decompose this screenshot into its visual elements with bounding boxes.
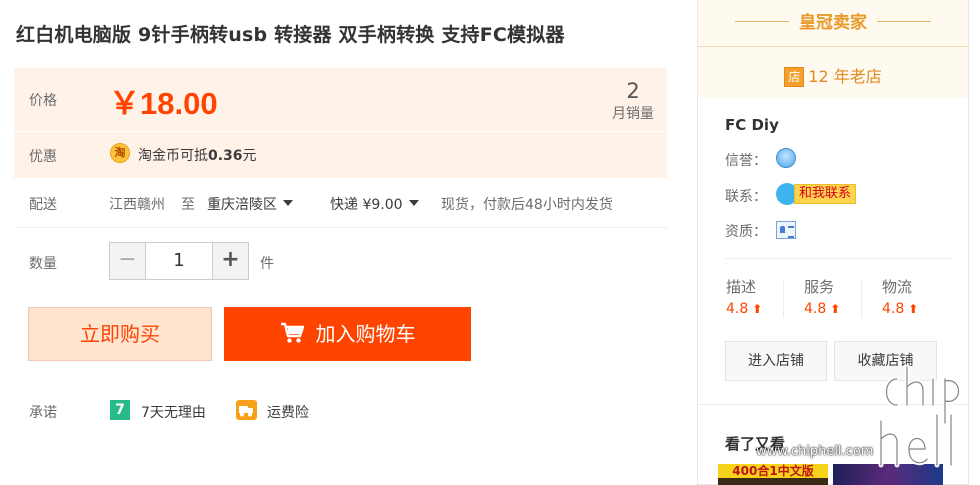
seller-level-header: 皇冠卖家 店 12 年老店: [698, 0, 968, 98]
certificate-icon[interactable]: [776, 221, 796, 239]
score-value: 4.8: [882, 301, 905, 317]
ship-to-select[interactable]: 重庆涪陵区: [207, 194, 293, 214]
crown-divider: [698, 46, 968, 47]
quantity-stepper: − 1 +: [109, 242, 249, 280]
ship-method-select[interactable]: 快递 ¥9.00: [330, 194, 419, 214]
buy-now-button[interactable]: 立即购买: [28, 307, 212, 361]
ship-from: 江西赣州: [109, 197, 165, 213]
ship-method: 快递 ¥9.00: [330, 197, 403, 213]
reputation-icon[interactable]: [776, 148, 796, 168]
score-separator: [783, 280, 784, 318]
score-separator: [861, 280, 862, 318]
score-logistics: 物流 4.8 ⬆: [882, 276, 952, 317]
promo-amount: 0.36: [208, 148, 243, 164]
promo-divider: [14, 131, 667, 132]
seller-level-title: 皇冠卖家: [698, 8, 968, 33]
store-age-text: 12 年老店: [808, 67, 882, 86]
store-badge-icon: 店: [784, 67, 805, 87]
shop-name[interactable]: FC Diy: [725, 116, 779, 134]
enter-shop-button[interactable]: 进入店铺: [725, 341, 827, 381]
store-age: 店 12 年老店: [698, 63, 968, 87]
promise-return[interactable]: 7天无理由: [141, 402, 206, 422]
ship-to-word: 至: [181, 197, 195, 213]
promo-text: 淘金币可抵0.36元: [138, 145, 257, 165]
up-arrow-icon: ⬆: [830, 302, 841, 316]
crown-line-right: [877, 21, 931, 22]
score-value-wrap: 4.8 ⬆: [726, 301, 796, 317]
monthly-sales: 2 月销量: [612, 79, 654, 125]
monthly-sales-count: 2: [626, 79, 640, 103]
score-value: 4.8: [804, 301, 827, 317]
score-label: 服务: [804, 278, 835, 296]
up-arrow-icon: ⬆: [752, 302, 763, 316]
divider: [725, 258, 953, 259]
shipping-row: 配送 江西赣州 至 重庆涪陵区 快递 ¥9.00 现货，付款后48小时内发货: [14, 190, 667, 216]
seven-day-icon: 7: [110, 400, 130, 420]
score-value: 4.8: [726, 301, 749, 317]
quantity-input[interactable]: 1: [146, 243, 212, 279]
contact-seller-text: 和我联系: [794, 184, 857, 204]
cart-icon: [280, 322, 304, 343]
product-title: 红白机电脑版 9针手柄转usb 转接器 双手柄转换 支持FC模拟器: [16, 24, 565, 46]
chiphell-watermark-logo: [878, 365, 961, 468]
ship-to: 重庆涪陵区: [207, 197, 277, 213]
quantity-minus-button[interactable]: −: [110, 243, 146, 279]
caret-down-icon: [408, 200, 419, 206]
also-viewed-item-label: 400合1中文版: [718, 464, 828, 478]
promo-prefix: 淘金币可抵: [138, 148, 208, 164]
divider: [14, 227, 667, 228]
up-arrow-icon: ⬆: [908, 302, 919, 316]
quantity-unit: 件: [260, 256, 274, 272]
quantity-label: 数量: [29, 256, 57, 272]
caret-down-icon: [283, 200, 293, 206]
score-description: 描述 4.8 ⬆: [726, 276, 796, 317]
score-service: 服务 4.8 ⬆: [804, 276, 874, 317]
add-to-cart-label: 加入购物车: [315, 322, 416, 346]
score-value-wrap: 4.8 ⬆: [882, 301, 952, 317]
also-viewed-item[interactable]: 400合1中文版: [718, 464, 828, 485]
watermark-url: www.chiphell.com: [756, 444, 874, 459]
add-to-cart-button[interactable]: 加入购物车: [224, 307, 471, 361]
promise-label: 承诺: [29, 405, 57, 421]
promo-label: 优惠: [29, 149, 57, 165]
contact-label: 联系：: [725, 189, 767, 205]
ship-note: 现货，付款后48小时内发货: [441, 197, 613, 213]
score-value-wrap: 4.8 ⬆: [804, 301, 874, 317]
promo-unit: 元: [242, 148, 257, 164]
crown-line-left: [735, 21, 789, 22]
truck-icon: [236, 400, 257, 420]
reputation-label: 信誉：: [725, 153, 767, 169]
seller-level-text: 皇冠卖家: [799, 13, 867, 33]
price-box: 价格 ￥18.00 2 月销量 优惠 淘 淘金币可抵0.36元: [14, 68, 667, 178]
promise-shipping-insurance[interactable]: 运费险: [267, 402, 309, 422]
quantity-plus-button[interactable]: +: [212, 243, 248, 279]
price-value: ￥18.00: [109, 86, 218, 121]
monthly-sales-label: 月销量: [612, 106, 654, 122]
qualification-label: 资质：: [725, 224, 767, 240]
coin-icon: 淘: [110, 143, 130, 163]
score-label: 描述: [726, 278, 757, 296]
shipping-label: 配送: [29, 197, 57, 213]
price-row: 价格 ￥18.00 2 月销量: [14, 68, 667, 131]
price-label: 价格: [29, 93, 57, 109]
score-label: 物流: [882, 278, 913, 296]
